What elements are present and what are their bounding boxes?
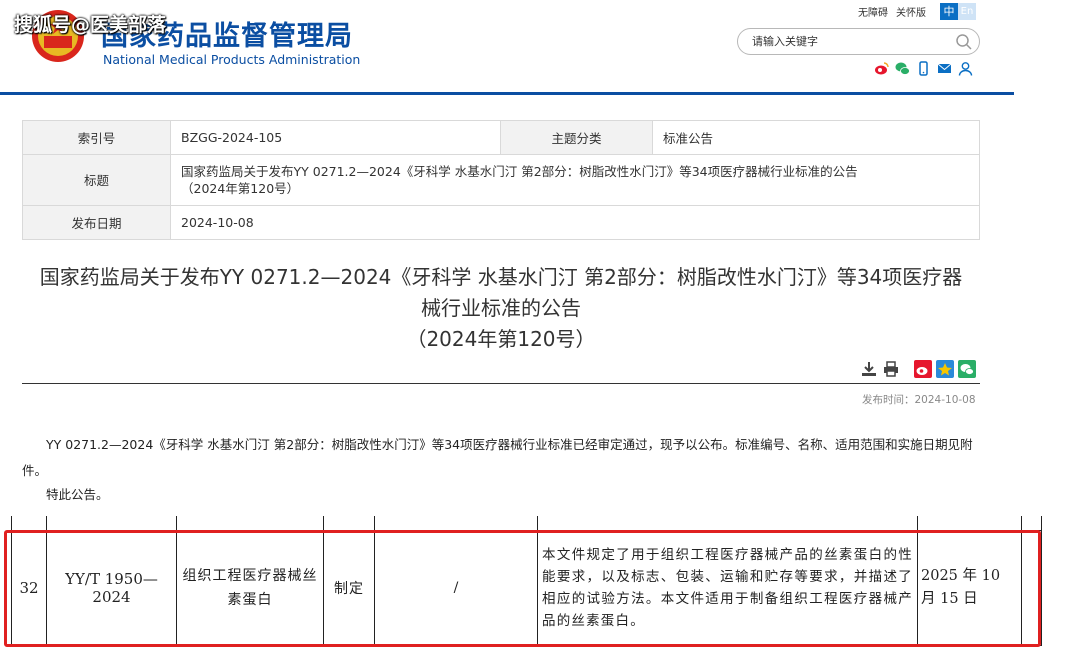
standard-type: 制定: [323, 529, 375, 646]
index-value: BZGG-2024-105: [170, 120, 501, 155]
share-wechat-icon[interactable]: [958, 360, 976, 378]
publish-time: 发布时间：2024-10-08: [862, 392, 976, 407]
header-divider: [0, 92, 1014, 95]
title-value: 国家药监局关于发布YY 0271.2—2024《牙科学 水基水门汀 第2部分：树…: [170, 154, 980, 206]
table-row: 32 YY/T 1950—2024 组织工程医疗器械丝素蛋白 制定 / 本文件规…: [11, 529, 1042, 646]
title-label: 标题: [22, 154, 171, 206]
share-weibo-icon[interactable]: [914, 360, 932, 378]
document-info-table: 索引号 BZGG-2024-105 主题分类 标准公告 标题 国家药监局关于发布…: [22, 120, 980, 240]
search-input[interactable]: [738, 29, 938, 54]
info-row-index: 索引号 BZGG-2024-105 主题分类 标准公告: [22, 120, 980, 155]
publish-time-label: 发布时间：: [862, 394, 915, 406]
social-links: [874, 61, 973, 76]
standard-scope: 本文件规定了用于组织工程医疗器械产品的丝素蛋白的性能要求，以及标志、包装、运输和…: [537, 529, 918, 646]
article-paragraph: YY 0271.2—2024《牙科学 水基水门汀 第2部分：树脂改性水门汀》等3…: [22, 437, 973, 478]
info-row-date: 发布日期 2024-10-08: [22, 205, 980, 240]
table-row: [11, 516, 1042, 531]
language-zh-button[interactable]: 中: [940, 3, 958, 20]
site-header: 国家药品监督管理局 National Medical Products Admi…: [0, 0, 1014, 96]
date-label: 发布日期: [22, 205, 171, 240]
article-title-line3: （2024年第120号）: [406, 327, 596, 351]
info-row-title: 标题 国家药监局关于发布YY 0271.2—2024《牙科学 水基水门汀 第2部…: [22, 154, 980, 206]
watermark-text: 搜狐号@医美部落: [14, 14, 167, 36]
standard-replaces: /: [374, 529, 538, 646]
topic-value: 标准公告: [652, 120, 980, 155]
date-value: 2024-10-08: [170, 205, 980, 240]
publish-time-value: 2024-10-08: [914, 394, 976, 406]
index-label: 索引号: [22, 120, 171, 155]
standard-blank-cell: [1021, 529, 1042, 646]
weibo-icon[interactable]: [874, 61, 889, 76]
search-box: [737, 28, 980, 55]
article-title: 国家药监局关于发布YY 0271.2—2024《牙科学 水基水门汀 第2部分：树…: [22, 262, 980, 355]
search-icon[interactable]: [955, 33, 973, 51]
standard-name: 组织工程医疗器械丝素蛋白: [176, 529, 324, 646]
title-value-line1: 国家药监局关于发布YY 0271.2—2024《牙科学 水基水门汀 第2部分：树…: [181, 164, 858, 179]
download-icon[interactable]: [860, 360, 878, 378]
tools-spacer: [904, 360, 910, 378]
standard-date: 2025 年 10 月 15 日: [917, 529, 1022, 646]
article-divider: [22, 383, 980, 384]
wechat-icon[interactable]: [895, 61, 910, 76]
accessibility-link[interactable]: 无障碍: [858, 4, 888, 19]
standards-table: 32 YY/T 1950—2024 组织工程医疗器械丝素蛋白 制定 / 本文件规…: [11, 516, 1042, 646]
article-closing: 特此公告。: [46, 487, 109, 502]
standard-number: 32: [11, 529, 47, 646]
mobile-icon[interactable]: [916, 61, 931, 76]
email-icon[interactable]: [937, 61, 952, 76]
care-mode-link[interactable]: 关怀版: [896, 4, 926, 19]
topic-label: 主题分类: [500, 120, 653, 155]
top-links: 无障碍 关怀版: [858, 4, 926, 19]
user-icon[interactable]: [958, 61, 973, 76]
language-en-button[interactable]: En: [958, 3, 976, 20]
article-title-line2: 械行业标准的公告: [421, 296, 581, 320]
article-tools: [860, 360, 976, 378]
title-value-line2: （2024年第120号）: [181, 181, 300, 196]
article-title-line1: 国家药监局关于发布YY 0271.2—2024《牙科学 水基水门汀 第2部分：树…: [39, 265, 963, 289]
print-icon[interactable]: [882, 360, 900, 378]
standard-code: YY/T 1950—2024: [46, 529, 177, 646]
share-qzone-icon[interactable]: [936, 360, 954, 378]
site-name-en[interactable]: National Medical Products Administration: [103, 52, 360, 67]
